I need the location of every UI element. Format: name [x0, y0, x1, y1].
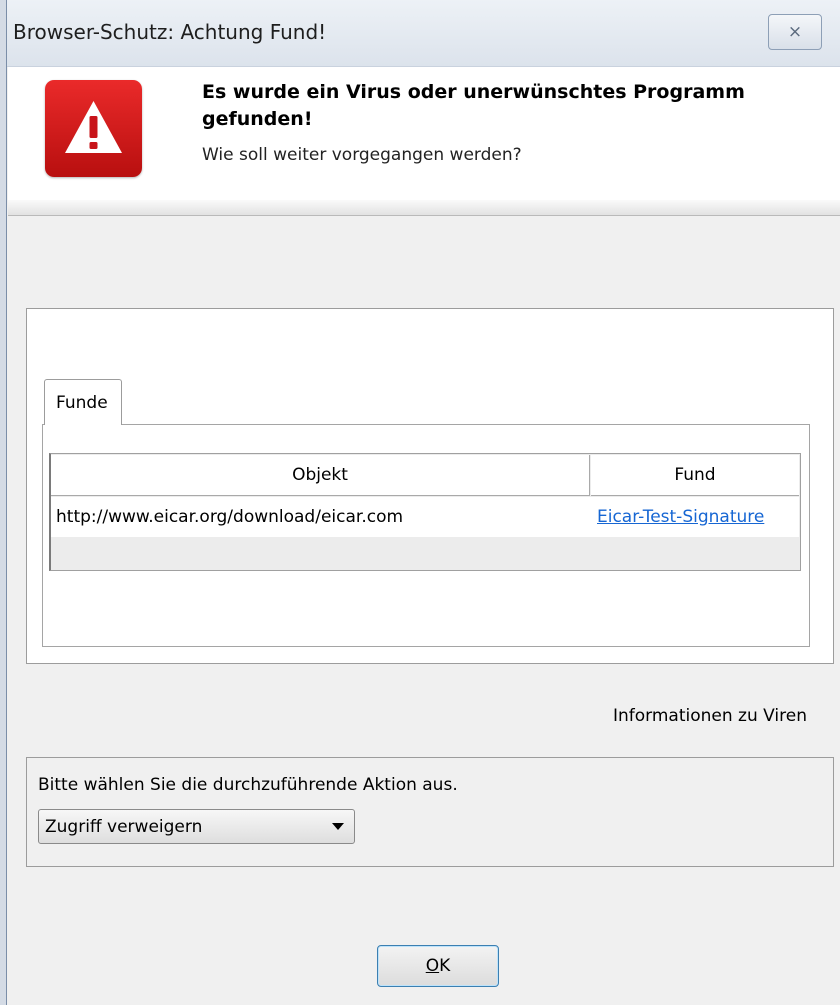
ok-label-rest: K [439, 956, 451, 976]
window-left-border [0, 0, 7, 1005]
alert-question: Wie soll weiter vorgegangen werden? [202, 145, 522, 165]
close-icon: ⨯ [787, 22, 803, 42]
table-cell-objekt[interactable]: http://www.eicar.org/download/eicar.com [51, 497, 591, 537]
action-select[interactable]: Zugriff verweigern [38, 809, 355, 844]
action-label: Bitte wählen Sie die durchzuführende Akt… [38, 775, 458, 795]
action-select-value: Zugriff verweigern [45, 816, 203, 837]
close-button[interactable]: ⨯ [768, 14, 822, 50]
ok-button[interactable]: OK [377, 945, 499, 987]
header-divider [8, 200, 840, 216]
column-header-objekt[interactable]: Objekt [51, 455, 590, 496]
virus-name-link[interactable]: Eicar-Test-Signature [591, 497, 799, 537]
warning-icon [45, 80, 142, 177]
window-title: Browser-Schutz: Achtung Fund! [13, 20, 327, 44]
alert-headline: Es wurde ein Virus oder unerwünschtes Pr… [202, 81, 745, 130]
virus-info-link[interactable]: Informationen zu Viren [613, 706, 807, 726]
column-header-fund[interactable]: Fund [591, 455, 799, 496]
tab-funde[interactable]: Funde [44, 379, 122, 425]
ok-accelerator: O [425, 956, 440, 976]
chevron-down-icon [332, 823, 344, 830]
